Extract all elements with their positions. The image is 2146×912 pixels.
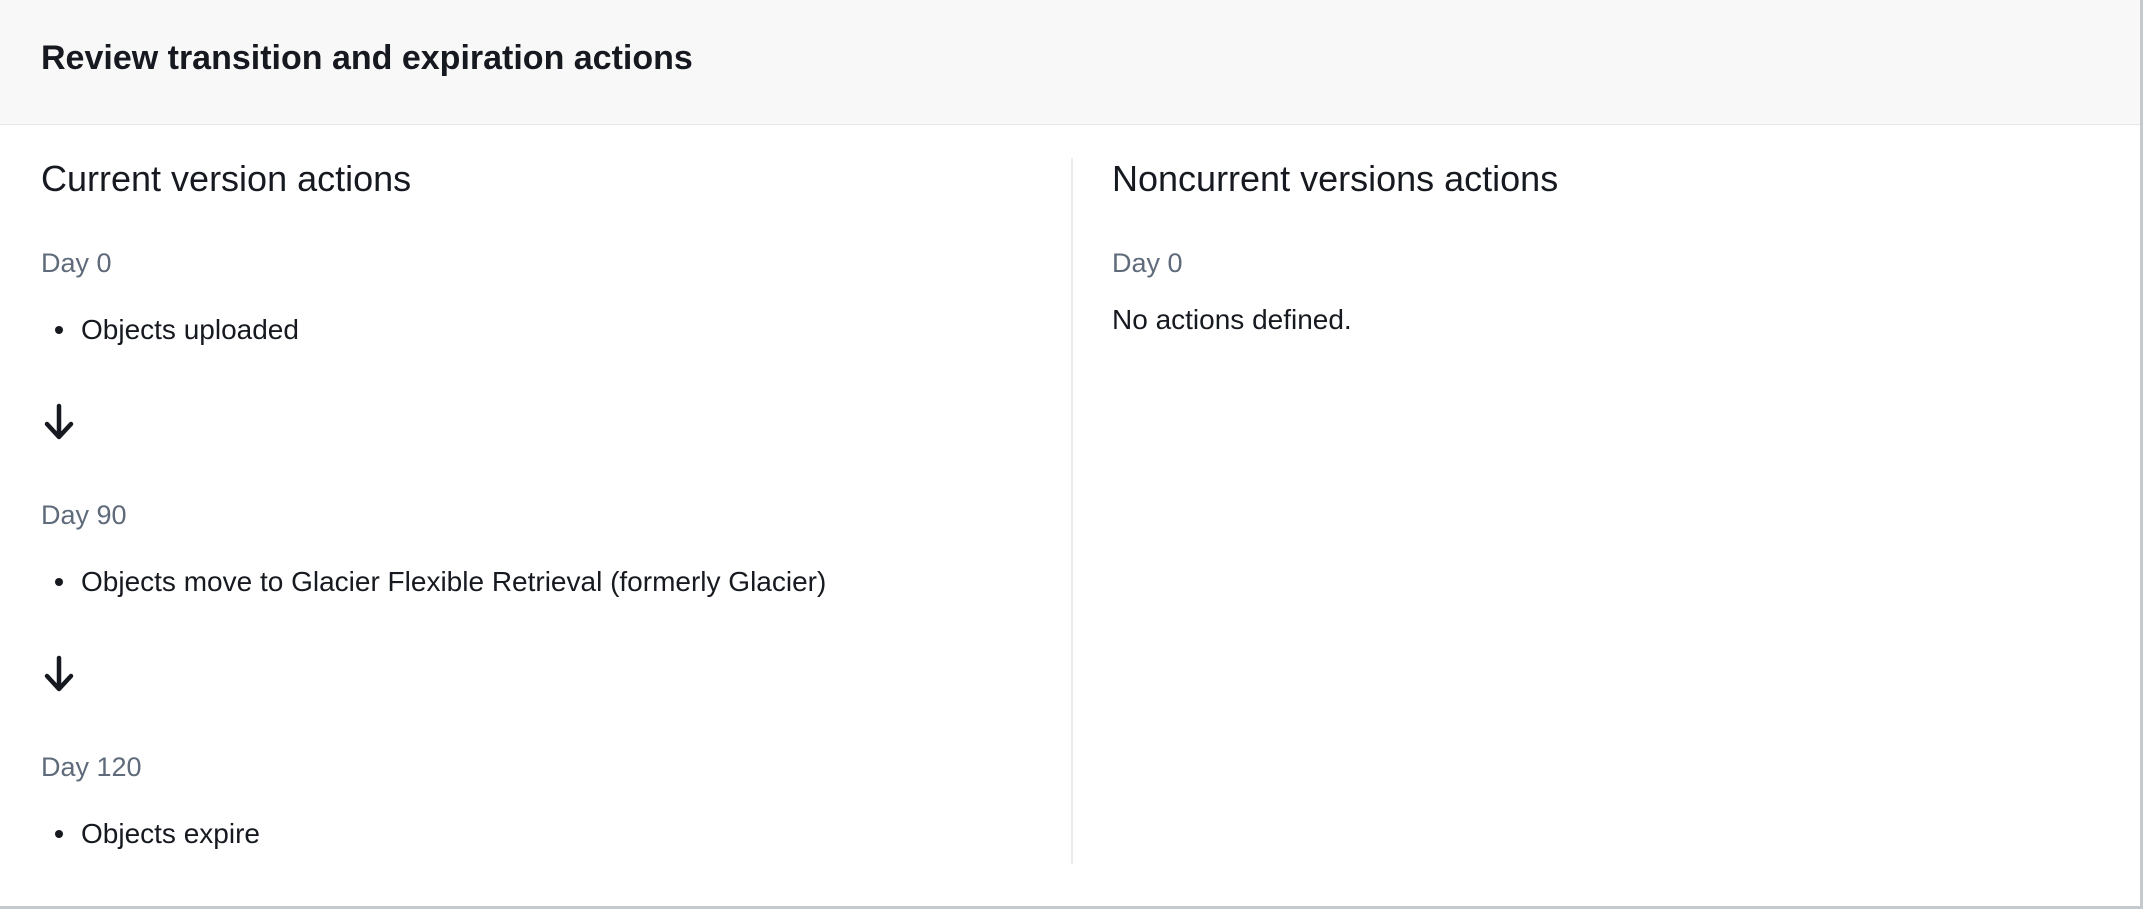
bullet-icon: [55, 326, 63, 334]
action-text: Objects expire: [81, 818, 260, 849]
day-label: Day 0: [41, 248, 112, 278]
lifecycle-review-panel: Review transition and expiration actions…: [0, 0, 2143, 909]
arrow-down-icon: [44, 403, 74, 440]
bullet-icon: [55, 578, 63, 586]
panel-title: Review transition and expiration actions: [41, 39, 693, 77]
action-text: Objects uploaded: [81, 314, 299, 345]
current-version-title: Current version actions: [41, 158, 412, 199]
day-label: Day 0: [1112, 248, 1183, 278]
column-divider: [1071, 158, 1073, 864]
bullet-icon: [55, 830, 63, 838]
day-label: Day 120: [41, 752, 142, 782]
day-label: Day 90: [41, 500, 127, 530]
action-text: Objects move to Glacier Flexible Retriev…: [81, 566, 827, 597]
empty-state-message: No actions defined.: [1112, 304, 1352, 335]
noncurrent-version-title: Noncurrent versions actions: [1112, 158, 1559, 199]
panel-header: Review transition and expiration actions: [0, 0, 2140, 125]
arrow-down-icon: [44, 655, 74, 692]
